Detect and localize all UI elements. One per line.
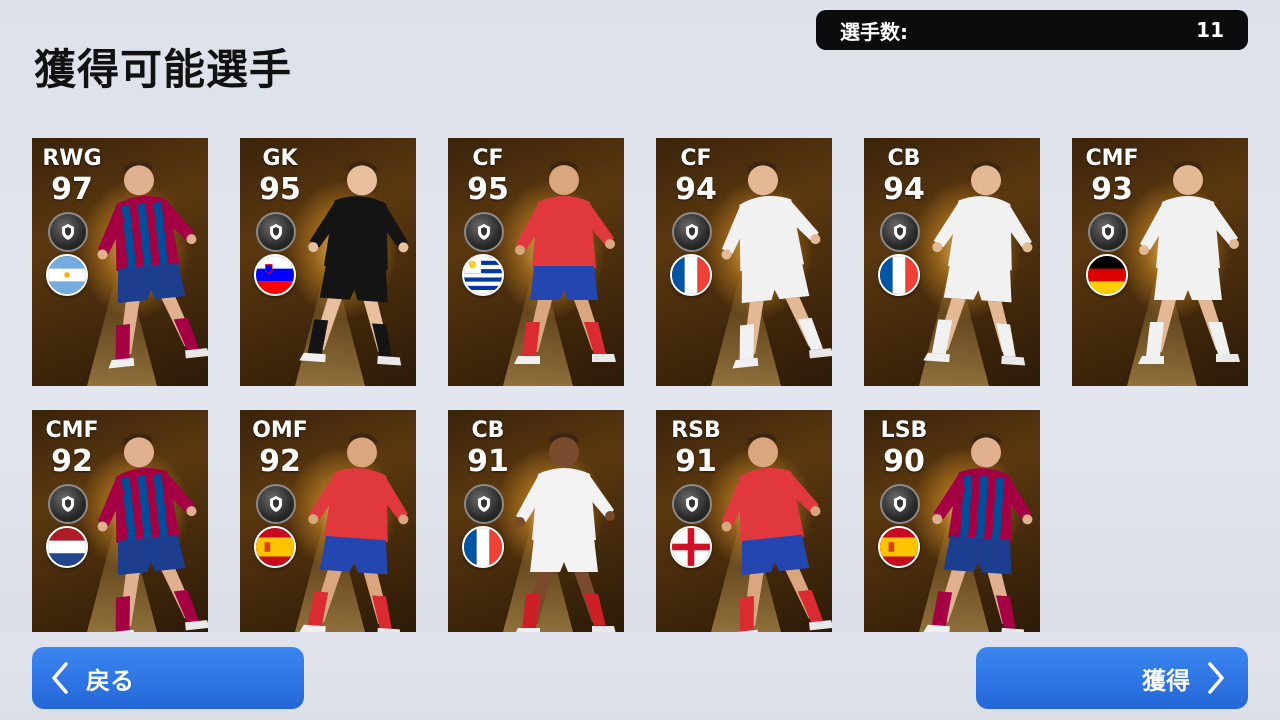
- player-rating: 91: [467, 444, 509, 479]
- player-rating: 90: [883, 444, 925, 479]
- player-position: CF: [680, 146, 712, 171]
- player-rating: 92: [259, 444, 301, 479]
- chevron-right-icon: [1208, 662, 1224, 694]
- player-card[interactable]: CB 94: [864, 138, 1040, 386]
- spain-flag-icon: [878, 526, 920, 568]
- player-rating: 94: [675, 172, 717, 207]
- club-badge-icon: [880, 484, 920, 524]
- acquire-button-label: 獲得: [1142, 666, 1190, 695]
- player-card[interactable]: RSB 91: [656, 410, 832, 632]
- club-badge-icon: [48, 484, 88, 524]
- argentina-flag-icon: [46, 254, 88, 296]
- club-badge-icon: [672, 212, 712, 252]
- player-position: CF: [472, 146, 504, 171]
- player-rating: 97: [51, 172, 93, 207]
- france-flag-icon: [878, 254, 920, 296]
- player-position: CMF: [1085, 146, 1139, 171]
- netherlands-flag-icon: [46, 526, 88, 568]
- player-position: CB: [887, 146, 921, 171]
- england-flag-icon: [670, 526, 712, 568]
- club-badge-icon: [464, 212, 504, 252]
- chevron-left-icon: [52, 662, 68, 694]
- player-card[interactable]: CB 91: [448, 410, 624, 632]
- player-rating: 93: [1091, 172, 1133, 207]
- club-badge-icon: [1088, 212, 1128, 252]
- player-rating: 95: [467, 172, 509, 207]
- club-badge-icon: [880, 212, 920, 252]
- player-card[interactable]: RWG 97: [32, 138, 208, 386]
- uruguay-flag-icon: [462, 254, 504, 296]
- page-title: 獲得可能選手: [34, 45, 293, 94]
- back-button-label: 戻る: [86, 666, 134, 695]
- club-badge-icon: [256, 484, 296, 524]
- slovenia-flag-icon: [254, 254, 296, 296]
- france-flag-icon: [670, 254, 712, 296]
- player-rating: 91: [675, 444, 717, 479]
- club-badge-icon: [256, 212, 296, 252]
- player-position: LSB: [880, 418, 928, 443]
- club-badge-icon: [464, 484, 504, 524]
- player-position: OMF: [252, 418, 308, 443]
- player-card[interactable]: GK 95: [240, 138, 416, 386]
- player-position: CMF: [45, 418, 99, 443]
- player-card[interactable]: CMF 93: [1072, 138, 1248, 386]
- player-card[interactable]: CF 94: [656, 138, 832, 386]
- player-rating: 92: [51, 444, 93, 479]
- player-count-value: 11: [1196, 18, 1224, 42]
- player-position: GK: [262, 146, 298, 171]
- player-rating: 94: [883, 172, 925, 207]
- club-badge-icon: [48, 212, 88, 252]
- player-card[interactable]: LSB 90: [864, 410, 1040, 632]
- player-position: CB: [471, 418, 505, 443]
- club-badge-icon: [672, 484, 712, 524]
- player-count-label: 選手数:: [840, 19, 908, 44]
- france-flag-icon: [462, 526, 504, 568]
- player-count-bar: 選手数: 11: [816, 10, 1248, 50]
- player-card[interactable]: CMF 92: [32, 410, 208, 632]
- player-position: RWG: [42, 146, 102, 171]
- player-card[interactable]: CF 95: [448, 138, 624, 386]
- player-card[interactable]: OMF 92: [240, 410, 416, 632]
- spain-flag-icon: [254, 526, 296, 568]
- acquire-button[interactable]: 獲得: [976, 647, 1248, 709]
- back-button[interactable]: 戻る: [32, 647, 304, 709]
- player-rating: 95: [259, 172, 301, 207]
- germany-flag-icon: [1086, 254, 1128, 296]
- player-position: RSB: [671, 418, 721, 443]
